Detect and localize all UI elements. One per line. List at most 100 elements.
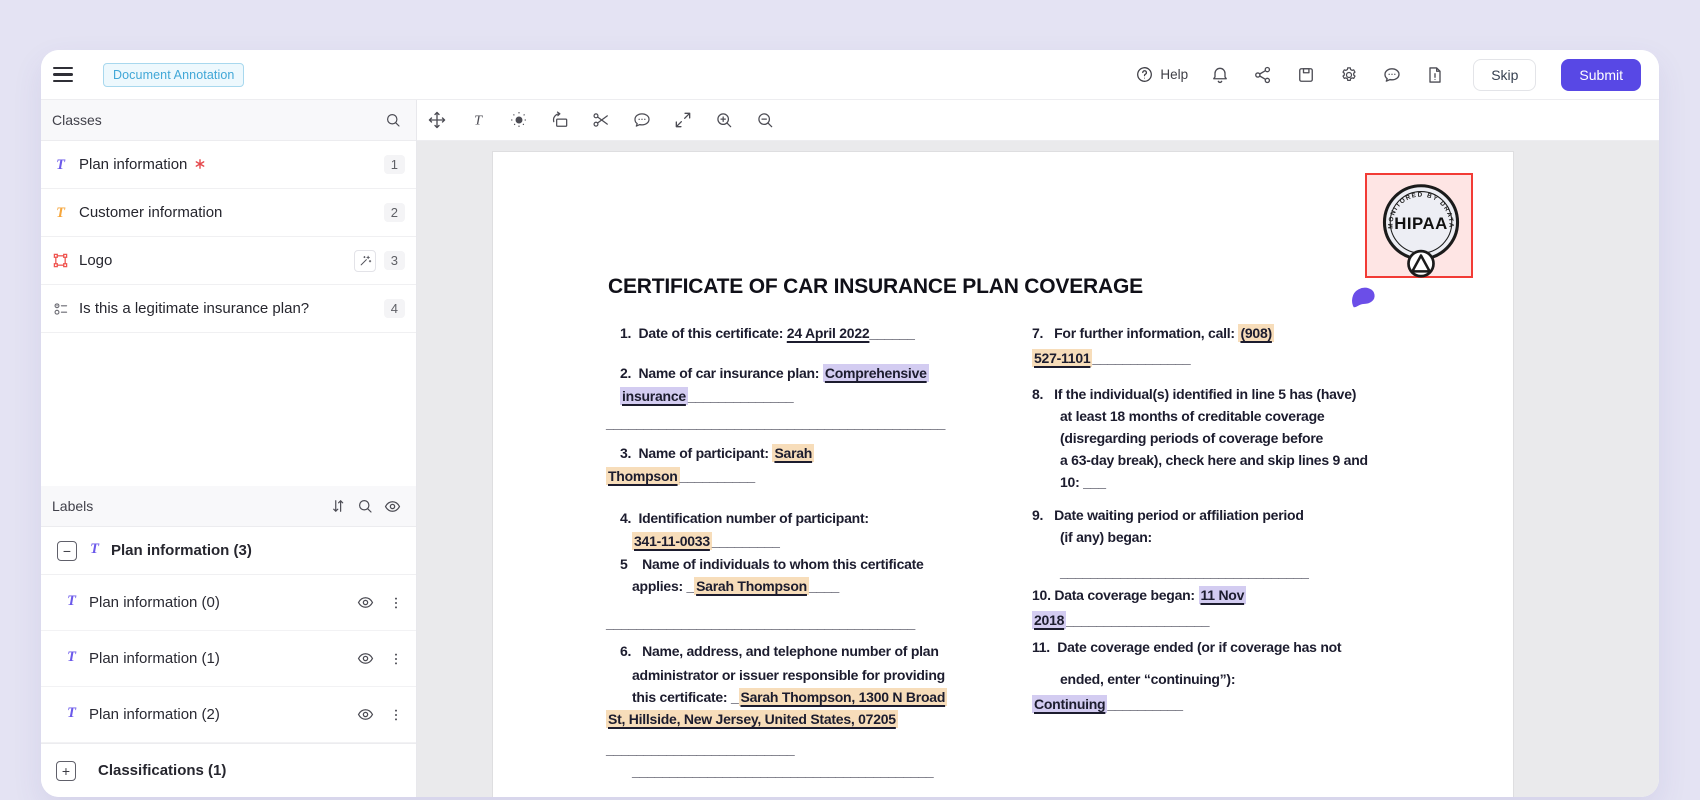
doc-annotated-entity[interactable]: 11 Nov [1198,586,1247,604]
submit-button[interactable]: Submit [1561,58,1641,91]
text-tool-icon: T [52,156,69,173]
labels-panel-header: Labels [41,486,416,527]
doc-text: 10. Data coverage began: [1032,587,1199,603]
zoom-out-icon[interactable] [751,106,779,134]
sort-icon[interactable] [329,497,347,515]
label-row-plan-information-0[interactable]: T Plan information (0) [41,575,416,631]
help-button[interactable]: Help [1135,65,1188,84]
app-window: Document Annotation Help Skip Submit Cla… [41,50,1659,797]
doc-line: at least 18 months of creditable coverag… [1060,405,1404,427]
doc-line: 341-11-0033 _________ [632,530,972,552]
doc-annotated-entity[interactable]: 2018 [1032,611,1067,629]
doc-line: 2018 ___________________ [1032,609,1404,631]
zoom-in-icon[interactable] [710,106,738,134]
doc-annotated-entity[interactable]: Sarah [772,444,815,462]
doc-line: (disregarding periods of coverage before [1060,427,1404,449]
doc-text: (if any) began: [1060,529,1152,545]
svg-text:T: T [474,113,483,129]
doc-annotated-entity[interactable]: St, Hillside, New Jersey, United States,… [606,710,898,728]
doc-annotated-entity[interactable]: (908) [1238,324,1274,342]
doc-annotated-entity[interactable]: Thompson [606,467,680,485]
classifications-group[interactable]: + Classifications (1) [41,743,416,797]
doc-annotated-entity[interactable]: Sarah Thompson, 1300 N Broad [738,688,948,706]
fullscreen-expand-icon[interactable] [669,106,697,134]
gear-icon [1342,66,1356,81]
doc-text: ____ [808,578,840,594]
annotation-toolbar: T [417,100,1659,141]
doc-text: (disregarding periods of coverage before [1060,430,1324,446]
collapse-minus-icon[interactable]: − [57,540,77,561]
classes-header-title: Classes [52,112,102,128]
doc-line: applies: _ Sarah Thompson ____ [632,575,972,597]
doc-line: 5 Name of individuals to whom this certi… [620,553,972,575]
doc-line: this certificate: _ Sarah Thompson, 1300 … [632,686,972,708]
doc-line: ________________________________________… [606,612,972,634]
doc-line: a 63-day break), check here and skip lin… [1060,449,1404,471]
doc-text: this certificate: _ [632,689,739,705]
doc-annotated-entity[interactable]: Comprehensive [822,364,929,382]
menu-icon[interactable] [53,64,79,86]
doc-text: ________________________________________… [606,615,915,631]
auto-annotate-wand-icon[interactable] [353,249,376,272]
label-group-plan-information[interactable]: − T Plan information (3) [41,527,416,575]
doc-text: 5 Name of individuals to whom this certi… [620,556,924,572]
doc-annotated-entity[interactable]: 341-11-0033 [632,532,712,550]
class-row-customer-information[interactable]: T Customer information 2 [41,189,416,237]
doc-text: _________________________ [606,741,795,757]
skip-button[interactable]: Skip [1473,58,1537,91]
svg-text:T: T [56,205,66,221]
class-label: Customer information [79,204,223,221]
visibility-eye-icon[interactable] [356,593,375,612]
text-tool-icon: T [86,540,103,562]
doc-text: __________ [679,468,756,484]
visibility-eye-icon[interactable] [356,649,375,668]
chat-icon [1384,67,1400,82]
label-title: Plan information (0) [89,594,220,611]
share-button[interactable] [1252,64,1274,86]
classes-panel-header: Classes [41,100,416,141]
sidebar: Classes T Plan information 1 T Customer … [41,100,417,797]
doc-annotated-entity[interactable]: 527-1101 [1032,349,1093,367]
document-page: CERTIFICATE OF CAR INSURANCE PLAN COVERA… [493,152,1513,797]
document-alert-icon [1429,66,1441,83]
search-icon[interactable] [356,497,374,515]
doc-line: Thompson __________ [606,465,972,487]
kebab-menu-icon[interactable] [388,707,404,723]
issues-button[interactable] [1424,64,1446,86]
doc-text: 1. Date of this certificate: [620,325,787,341]
doc-text: __________ [1107,696,1183,712]
class-row-plan-information[interactable]: T Plan information 1 [41,141,416,189]
visibility-eye-icon[interactable] [356,705,375,724]
kebab-menu-icon[interactable] [388,651,404,667]
class-label: Plan information [79,156,205,173]
label-row-plan-information-2[interactable]: T Plan information (2) [41,687,416,743]
settings-button[interactable] [1338,64,1360,86]
svg-text:T: T [67,649,77,665]
notifications-button[interactable] [1209,64,1231,86]
chat-button[interactable] [1381,64,1403,86]
brightness-icon[interactable] [505,106,533,134]
svg-text:T: T [67,593,77,609]
expand-plus-icon[interactable]: + [56,760,76,781]
class-row-legitimacy-question[interactable]: Is this a legitimate insurance plan? 4 [41,285,416,333]
save-button[interactable] [1295,64,1317,86]
class-row-logo[interactable]: Logo 3 [41,237,416,285]
doc-line: 6. Name, address, and telephone number o… [620,640,972,662]
doc-text: ________________________________________… [606,415,946,431]
doc-annotated-entity[interactable]: Sarah Thompson [694,577,809,595]
doc-annotated-entity[interactable]: Continuing [1032,695,1108,713]
pan-move-icon[interactable] [423,106,451,134]
doc-annotated-entity[interactable]: insurance [620,387,688,405]
visibility-eye-icon[interactable] [383,497,402,516]
label-row-plan-information-1[interactable]: T Plan information (1) [41,631,416,687]
rotate-icon[interactable] [546,106,574,134]
document-canvas[interactable]: CERTIFICATE OF CAR INSURANCE PLAN COVERA… [417,141,1659,797]
svg-text:HIPAA: HIPAA [1394,214,1447,233]
doc-text: _________________________________ [1060,564,1309,580]
search-icon[interactable] [384,111,402,129]
comment-icon[interactable] [628,106,656,134]
logo-bounding-box-annotation[interactable]: MONITORED BY DRATA HIPAA [1365,173,1473,278]
kebab-menu-icon[interactable] [388,595,404,611]
text-selection-tool-icon[interactable]: T [464,106,492,134]
cut-scissors-icon[interactable] [587,106,615,134]
